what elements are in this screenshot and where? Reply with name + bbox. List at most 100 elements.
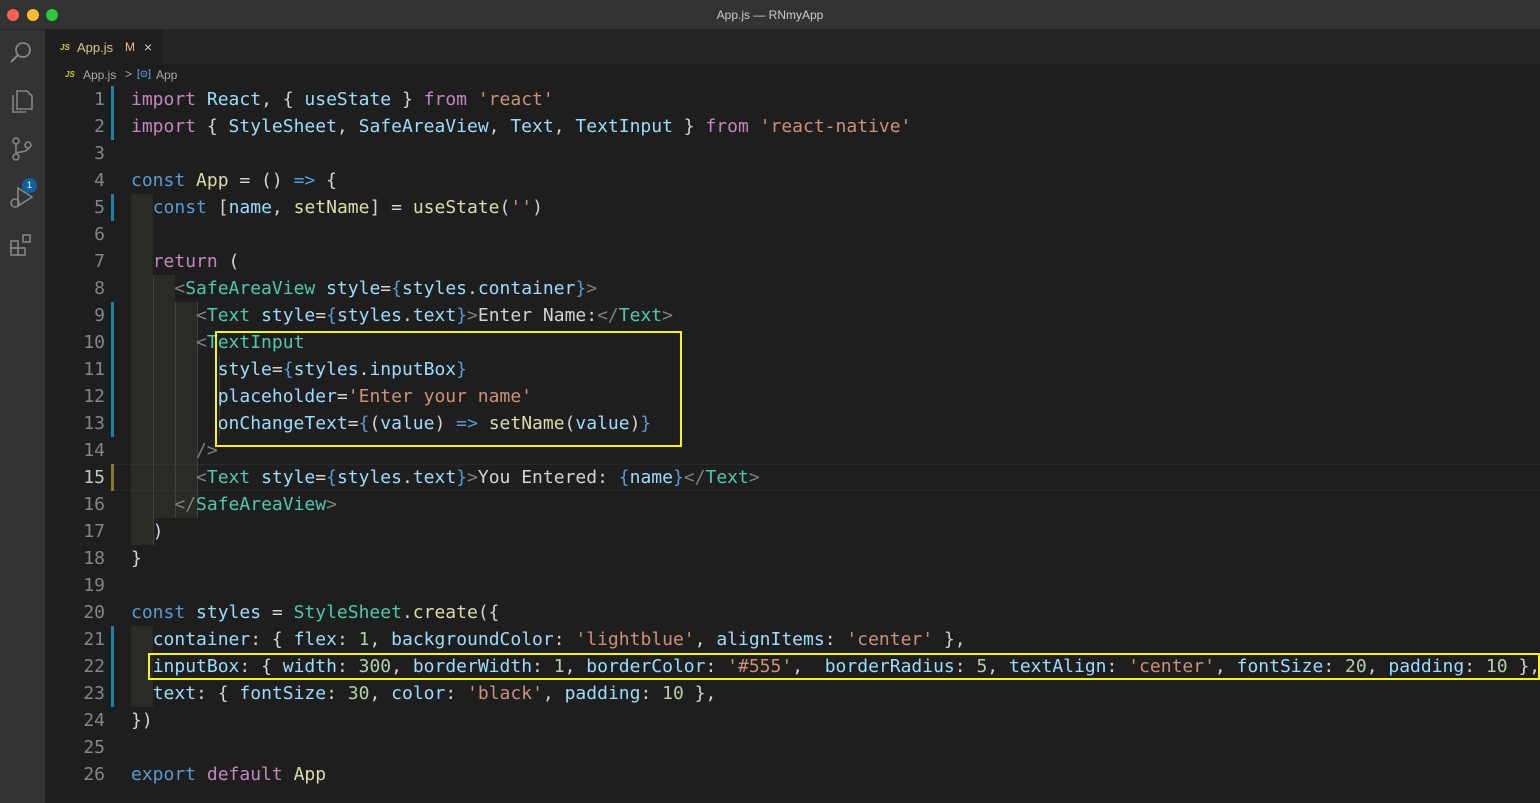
line-number: 24 — [83, 710, 105, 731]
code-line[interactable]: 25 — [45, 734, 1540, 761]
code-line[interactable]: 19 — [45, 572, 1540, 599]
code-line[interactable]: 15 <Text style={styles.text}>You Entered… — [45, 464, 1540, 491]
line-number: 6 — [94, 224, 105, 245]
code-line[interactable]: 9 <Text style={styles.text}>Enter Name:<… — [45, 302, 1540, 329]
code-token: name — [228, 197, 272, 218]
code-token: [ — [206, 197, 229, 218]
code-token: import — [131, 89, 197, 110]
breadcrumb-symbol[interactable]: App — [156, 68, 177, 82]
code-line[interactable]: 16 </SafeAreaView> — [45, 491, 1540, 518]
code-token: </ — [174, 494, 197, 515]
code-token: React — [206, 89, 262, 110]
source-control-icon[interactable] — [7, 134, 37, 164]
code-token: < — [683, 467, 695, 488]
extensions-icon[interactable] — [7, 230, 37, 260]
code-token: : { — [196, 683, 240, 704]
code-token: , — [694, 629, 717, 650]
code-text: export default App — [131, 764, 326, 785]
code-token: => — [293, 170, 316, 191]
files-icon[interactable] — [7, 86, 37, 116]
code-line[interactable]: 8 <SafeAreaView style={styles.container}… — [45, 275, 1540, 302]
tab-bar: JS App.js M × — [45, 30, 1540, 64]
code-token: container — [152, 629, 251, 650]
code-token: } — [391, 89, 424, 110]
code-token: You Entered: — [477, 467, 619, 488]
code-token: from — [705, 116, 749, 137]
line-number: 3 — [94, 143, 105, 164]
code-token: }) — [131, 710, 153, 731]
search-icon[interactable] — [7, 38, 37, 68]
code-line[interactable]: 20 const styles = StyleSheet.create({ — [45, 599, 1540, 626]
code-token: ( — [217, 251, 240, 272]
run-debug-icon[interactable] — [7, 182, 37, 212]
code-token: }, — [683, 683, 717, 704]
code-line[interactable]: 6 — [45, 221, 1540, 248]
code-token: { — [326, 467, 337, 488]
code-token: </ — [597, 305, 619, 326]
code-token: } — [456, 305, 468, 326]
code-text: container: { flex: 1, backgroundColor: '… — [131, 629, 966, 650]
code-token: const — [131, 170, 186, 191]
code-line[interactable]: 17 ) — [45, 518, 1540, 545]
code-line[interactable]: 24}) — [45, 707, 1540, 734]
code-line[interactable]: 4 const App = () => { — [45, 167, 1540, 194]
line-number: 11 — [83, 359, 105, 380]
tab-app-js[interactable]: JS App.js M × — [45, 30, 163, 64]
line-number: 5 — [94, 197, 105, 218]
close-tab-icon[interactable]: × — [144, 39, 152, 55]
code-token: { — [326, 305, 337, 326]
code-token: = — [315, 305, 327, 326]
code-line[interactable]: 1 import React, { useState } from 'react' — [45, 86, 1540, 113]
code-token: , — [488, 116, 511, 137]
code-text: <Text style={styles.text}>Enter Name:</T… — [131, 305, 673, 326]
code-token: = — [315, 467, 327, 488]
code-line[interactable]: 26 export default App — [45, 761, 1540, 788]
code-line[interactable]: 23 text: { fontSize: 30, color: 'black',… — [45, 680, 1540, 707]
code-token: StyleSheet — [293, 602, 402, 623]
code-line[interactable]: 2 import { StyleSheet, SafeAreaView, Text… — [45, 113, 1540, 140]
line-number: 21 — [83, 629, 105, 650]
line-number: 16 — [83, 494, 105, 515]
code-line[interactable]: 18} — [45, 545, 1540, 572]
code-token: }, — [933, 629, 966, 650]
code-token: text — [412, 467, 457, 488]
code-token: = — [261, 602, 294, 623]
code-token: / — [694, 467, 706, 488]
code-line[interactable]: 21 container: { flex: 1, backgroundColor… — [45, 626, 1540, 653]
code-token: color — [391, 683, 446, 704]
code-text: text: { fontSize: 30, color: 'black', pa… — [131, 683, 717, 704]
breadcrumb-file[interactable]: App.js — [83, 68, 116, 82]
code-line[interactable]: 7 return ( — [45, 248, 1540, 275]
line-number: 23 — [83, 683, 105, 704]
code-token: default — [206, 764, 283, 785]
code-token: Text — [618, 305, 663, 326]
code-token: 'react-native' — [759, 116, 912, 137]
code-token: . — [401, 305, 413, 326]
symbol-variable-icon: [⊙] — [137, 69, 151, 80]
code-token: : — [326, 683, 348, 704]
code-token: style — [326, 278, 381, 299]
line-number: 26 — [83, 764, 105, 785]
code-token: const — [152, 197, 207, 218]
code-text: const styles = StyleSheet.create({ — [131, 602, 500, 623]
code-token: export — [131, 764, 197, 785]
code-text: /> — [131, 440, 218, 461]
line-number: 19 — [83, 575, 105, 596]
code-editor[interactable]: 1 import React, { useState } from 'react'… — [45, 86, 1540, 803]
chevron-right-icon: > — [125, 67, 133, 81]
code-token: text — [412, 305, 457, 326]
code-line[interactable]: 3 — [45, 140, 1540, 167]
code-token: text — [152, 683, 197, 704]
code-text: <SafeAreaView style={styles.container}> — [131, 278, 597, 299]
code-token: styles — [401, 278, 467, 299]
code-line[interactable]: 5 const [name, setName] = useState('') — [45, 194, 1540, 221]
line-number: 25 — [83, 737, 105, 758]
